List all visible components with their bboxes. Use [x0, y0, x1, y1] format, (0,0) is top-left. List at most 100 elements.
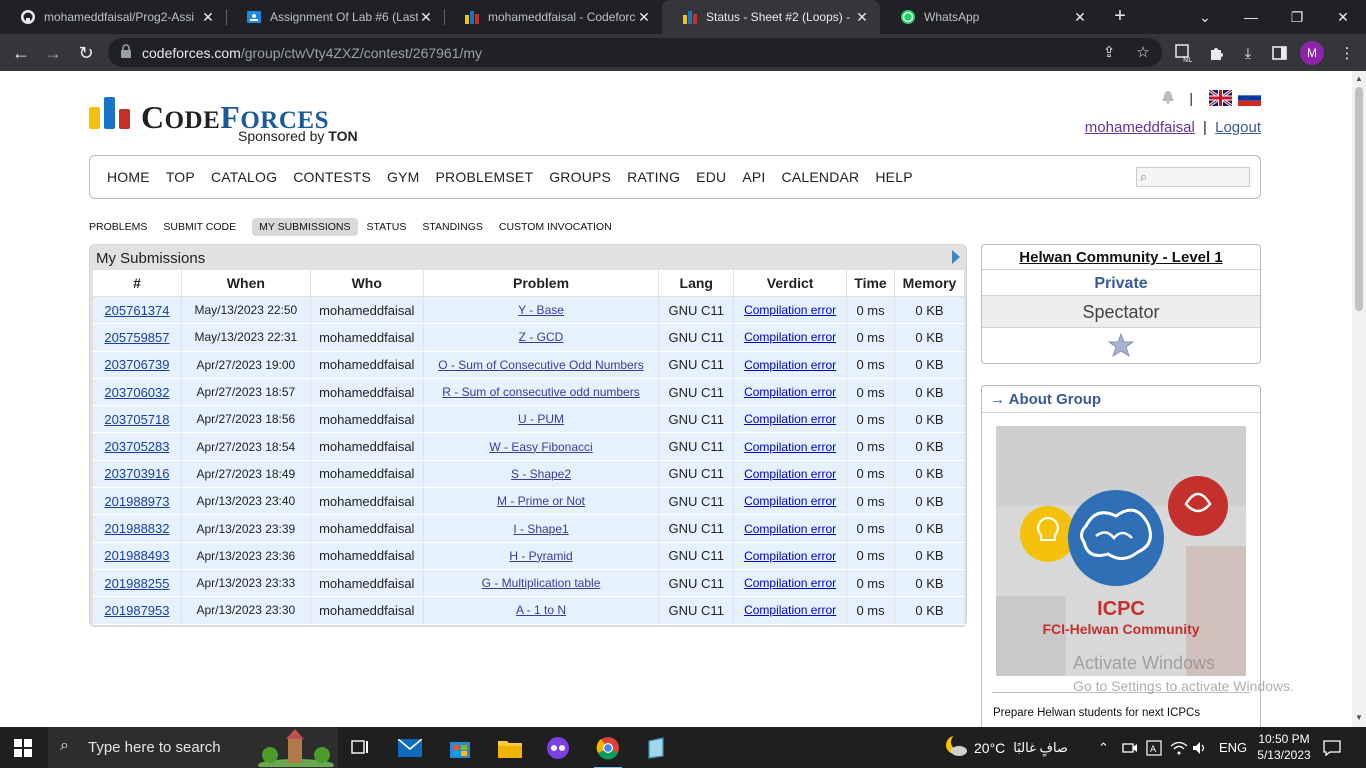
download-icon[interactable]: ⤓	[1237, 42, 1259, 64]
meet-now-icon[interactable]	[1122, 727, 1138, 768]
menu-problemset[interactable]: Problemset	[436, 169, 534, 185]
language-indicator[interactable]: ENG	[1219, 727, 1247, 768]
problem-link[interactable]: O - Sum of Consecutive Odd Numbers	[438, 358, 643, 372]
logout-link[interactable]: Logout	[1215, 119, 1261, 136]
submission-id-link[interactable]: 205759857	[104, 330, 169, 345]
problem-link[interactable]: R - Sum of consecutive odd numbers	[442, 385, 639, 399]
address-bar[interactable]: codeforces.com/group/ctwVty4ZXZ/contest/…	[108, 38, 1162, 67]
tab-search-chevron-icon[interactable]: ⌄	[1182, 0, 1228, 34]
close-icon[interactable]: ✕	[1072, 9, 1088, 26]
submission-id-link[interactable]: 205761374	[104, 303, 169, 318]
submission-id-link[interactable]: 203706739	[104, 357, 169, 372]
mail-icon[interactable]	[396, 734, 424, 762]
submission-id-link[interactable]: 201988832	[104, 521, 169, 536]
browser-tab-classroom[interactable]: Assignment Of Lab #6 (Last A ✕	[226, 0, 444, 34]
subnav-problems[interactable]: Problems	[89, 218, 147, 236]
scroll-up-icon[interactable]: ▲	[1355, 74, 1363, 83]
menu-api[interactable]: API	[742, 169, 765, 185]
verdict-link[interactable]: Compilation error	[744, 303, 836, 317]
group-name-link[interactable]: Helwan Community - Level 1	[982, 245, 1260, 270]
site-search-input[interactable]: ⌕	[1136, 167, 1250, 187]
problem-link[interactable]: U - PUM	[518, 412, 564, 426]
task-view-icon[interactable]	[346, 734, 374, 762]
verdict-link[interactable]: Compilation error	[744, 412, 836, 426]
submission-id-link[interactable]: 201988973	[104, 494, 169, 509]
close-icon[interactable]: ✕	[418, 9, 434, 26]
taskbar-search-box[interactable]: ⌕ Type here to search	[48, 727, 338, 768]
verdict-link[interactable]: Compilation error	[744, 440, 836, 454]
notification-bell-icon[interactable]	[1161, 90, 1175, 107]
extension-nl-icon[interactable]: NL	[1173, 42, 1195, 64]
menu-edu[interactable]: Edu	[696, 169, 726, 185]
subnav-custom-invocation[interactable]: Custom Invocation	[499, 218, 612, 236]
submission-id-link[interactable]: 203706032	[104, 385, 169, 400]
scroll-down-icon[interactable]: ▼	[1355, 713, 1363, 722]
menu-contests[interactable]: Contests	[293, 169, 371, 185]
close-icon[interactable]: ✕	[636, 9, 652, 26]
menu-home[interactable]: Home	[107, 169, 150, 185]
verdict-link[interactable]: Compilation error	[744, 549, 836, 563]
menu-groups[interactable]: Groups	[549, 169, 611, 185]
verdict-link[interactable]: Compilation error	[744, 330, 836, 344]
subnav-submit-code[interactable]: Submit Code	[163, 218, 236, 236]
window-close-icon[interactable]: ✕	[1320, 0, 1366, 34]
menu-kebab-icon[interactable]: ⋮	[1336, 42, 1358, 64]
volume-icon[interactable]	[1192, 727, 1208, 768]
verdict-link[interactable]: Compilation error	[744, 358, 836, 372]
submission-id-link[interactable]: 201988255	[104, 576, 169, 591]
submission-id-link[interactable]: 201988493	[104, 548, 169, 563]
extensions-puzzle-icon[interactable]	[1205, 42, 1227, 64]
notepad-icon[interactable]	[642, 734, 670, 762]
close-icon[interactable]: ✕	[854, 9, 870, 26]
show-hidden-icons-chevron-icon[interactable]: ⌃	[1098, 727, 1109, 768]
submission-id-link[interactable]: 203703916	[104, 466, 169, 481]
favorite-star-icon[interactable]	[982, 328, 1260, 364]
notifications-icon[interactable]	[1323, 727, 1341, 768]
menu-top[interactable]: Top	[166, 169, 195, 185]
russian-flag-icon[interactable]	[1238, 90, 1261, 106]
problem-link[interactable]: G - Multiplication table	[482, 576, 601, 590]
verdict-link[interactable]: Compilation error	[744, 385, 836, 399]
problem-link[interactable]: Y - Base	[518, 303, 564, 317]
page-scrollbar[interactable]: ▲ ▼	[1352, 71, 1366, 727]
close-icon[interactable]: ✕	[200, 9, 216, 26]
problem-link[interactable]: Z - GCD	[519, 330, 564, 344]
problem-link[interactable]: M - Prime or Not	[497, 494, 585, 508]
problem-link[interactable]: W - Easy Fibonacci	[489, 440, 592, 454]
input-method-icon[interactable]: A	[1146, 727, 1162, 768]
media-app-icon[interactable]	[544, 734, 572, 762]
new-tab-plus-icon[interactable]: +	[1108, 5, 1132, 28]
menu-catalog[interactable]: Catalog	[211, 169, 277, 185]
problem-link[interactable]: I - Shape1	[513, 522, 568, 536]
weather-widget[interactable]: 20°C صافٍ غالبًا	[944, 727, 1068, 768]
reload-icon[interactable]: ↻	[73, 40, 99, 66]
scrollbar-thumb[interactable]	[1355, 87, 1363, 311]
browser-tab-whatsapp[interactable]: WhatsApp ✕	[880, 0, 1098, 34]
minimize-icon[interactable]: —	[1228, 0, 1274, 34]
taskbar-clock[interactable]: 10:50 PM 5/13/2023	[1254, 731, 1314, 763]
submission-id-link[interactable]: 201987953	[104, 603, 169, 618]
wifi-icon[interactable]	[1170, 727, 1188, 768]
about-group-title[interactable]: → About Group	[990, 391, 1101, 408]
share-icon[interactable]: ⇪	[1098, 41, 1120, 63]
submission-id-link[interactable]: 203705718	[104, 412, 169, 427]
subnav-standings[interactable]: Standings	[422, 218, 482, 236]
microsoft-store-icon[interactable]	[446, 734, 474, 762]
side-panel-icon[interactable]	[1268, 42, 1290, 64]
problem-link[interactable]: S - Shape2	[511, 467, 571, 481]
verdict-link[interactable]: Compilation error	[744, 522, 836, 536]
subnav-my-submissions[interactable]: My Submissions	[252, 218, 358, 236]
verdict-link[interactable]: Compilation error	[744, 576, 836, 590]
collapse-arrow-icon[interactable]	[952, 250, 960, 264]
english-flag-icon[interactable]	[1209, 90, 1232, 106]
verdict-link[interactable]: Compilation error	[744, 603, 836, 617]
verdict-link[interactable]: Compilation error	[744, 494, 836, 508]
file-explorer-icon[interactable]	[496, 734, 524, 762]
browser-tab-status-active[interactable]: Status - Sheet #2 (Loops) - C ✕	[662, 0, 880, 34]
forward-arrow-icon[interactable]: →	[40, 40, 66, 66]
restore-icon[interactable]: ❐	[1274, 0, 1320, 34]
windows-start-icon[interactable]	[14, 739, 32, 757]
profile-avatar[interactable]: M	[1300, 41, 1324, 65]
problem-link[interactable]: A - 1 to N	[516, 603, 566, 617]
subnav-status[interactable]: Status	[367, 218, 407, 236]
